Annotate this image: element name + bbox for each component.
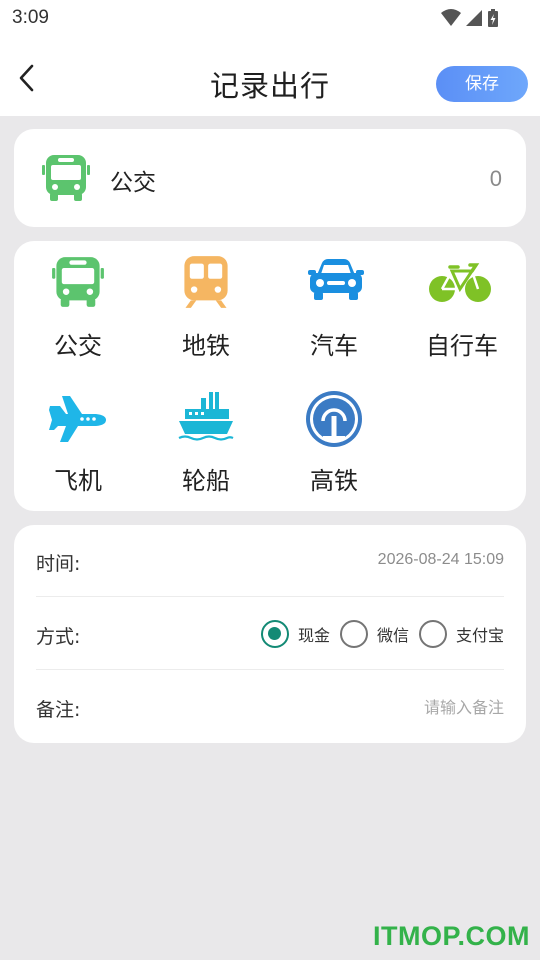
payment-option-wechat[interactable]: 微信	[339, 620, 409, 648]
bicycle-icon	[428, 255, 492, 309]
payment-option-label: 微信	[376, 626, 409, 645]
ship-icon	[177, 390, 235, 444]
high-speed-rail-icon	[305, 390, 363, 447]
selected-transport-card: 公交 0	[14, 129, 526, 227]
radio-unchecked-icon[interactable]	[339, 620, 368, 648]
time-value[interactable]: 2026-08-24 15:09	[378, 551, 504, 569]
transport-option-label: 自行车	[426, 332, 498, 360]
payment-method-radio-group: 现金 微信 支付宝	[251, 620, 504, 648]
battery-charging-icon	[488, 9, 498, 27]
save-button[interactable]: 保存	[436, 66, 528, 102]
app-bar: 记录出行 保存	[0, 38, 540, 116]
car-icon	[308, 255, 364, 309]
trip-details-form: 时间: 2026-08-24 15:09 方式: 现金 微信 支付宝 备注:	[14, 525, 526, 743]
time-label: 时间:	[36, 553, 81, 575]
transport-option-label: 高铁	[310, 467, 358, 495]
metro-icon	[180, 255, 232, 309]
transport-grid: 公交 地铁 汽车 自行车 飞机 轮船 高铁	[14, 241, 526, 511]
selected-transport-amount: 0	[489, 166, 502, 191]
radio-checked-icon[interactable]	[260, 620, 289, 648]
payment-option-label: 现金	[297, 626, 330, 645]
status-bar: 3:09	[0, 0, 540, 38]
payment-option-alipay[interactable]: 支付宝	[418, 620, 504, 648]
status-time: 3:09	[12, 7, 49, 28]
payment-method-label: 方式:	[36, 626, 81, 648]
airplane-icon	[48, 390, 108, 444]
transport-option-high-speed-rail[interactable]: 高铁	[270, 376, 398, 496]
transport-option-ship[interactable]: 轮船	[142, 376, 270, 496]
transport-option-label: 飞机	[54, 467, 102, 495]
transport-option-bicycle[interactable]: 自行车	[398, 241, 526, 361]
note-label: 备注:	[36, 699, 81, 721]
transport-option-label: 地铁	[182, 332, 230, 360]
transport-option-car[interactable]: 汽车	[270, 241, 398, 361]
payment-option-label: 支付宝	[455, 626, 504, 645]
wifi-icon	[441, 9, 461, 26]
watermark: ITMOP.COM	[372, 921, 530, 951]
time-row[interactable]: 时间: 2026-08-24 15:09	[36, 525, 504, 597]
note-row: 备注:	[36, 671, 504, 743]
transport-option-label: 公交	[54, 332, 102, 360]
bus-icon	[42, 153, 90, 203]
transport-option-bus[interactable]: 公交	[14, 241, 142, 361]
note-input[interactable]	[264, 689, 504, 725]
transport-option-label: 轮船	[182, 467, 230, 495]
bus-icon	[52, 255, 104, 309]
transport-option-metro[interactable]: 地铁	[142, 241, 270, 361]
payment-method-row: 方式: 现金 微信 支付宝	[36, 598, 504, 670]
transport-option-label: 汽车	[310, 332, 358, 360]
payment-option-cash[interactable]: 现金	[260, 620, 330, 648]
selected-transport-name: 公交	[110, 170, 156, 196]
radio-unchecked-icon[interactable]	[418, 620, 447, 648]
transport-option-airplane[interactable]: 飞机	[14, 376, 142, 496]
cell-signal-icon	[466, 10, 482, 26]
status-icons	[440, 8, 502, 30]
